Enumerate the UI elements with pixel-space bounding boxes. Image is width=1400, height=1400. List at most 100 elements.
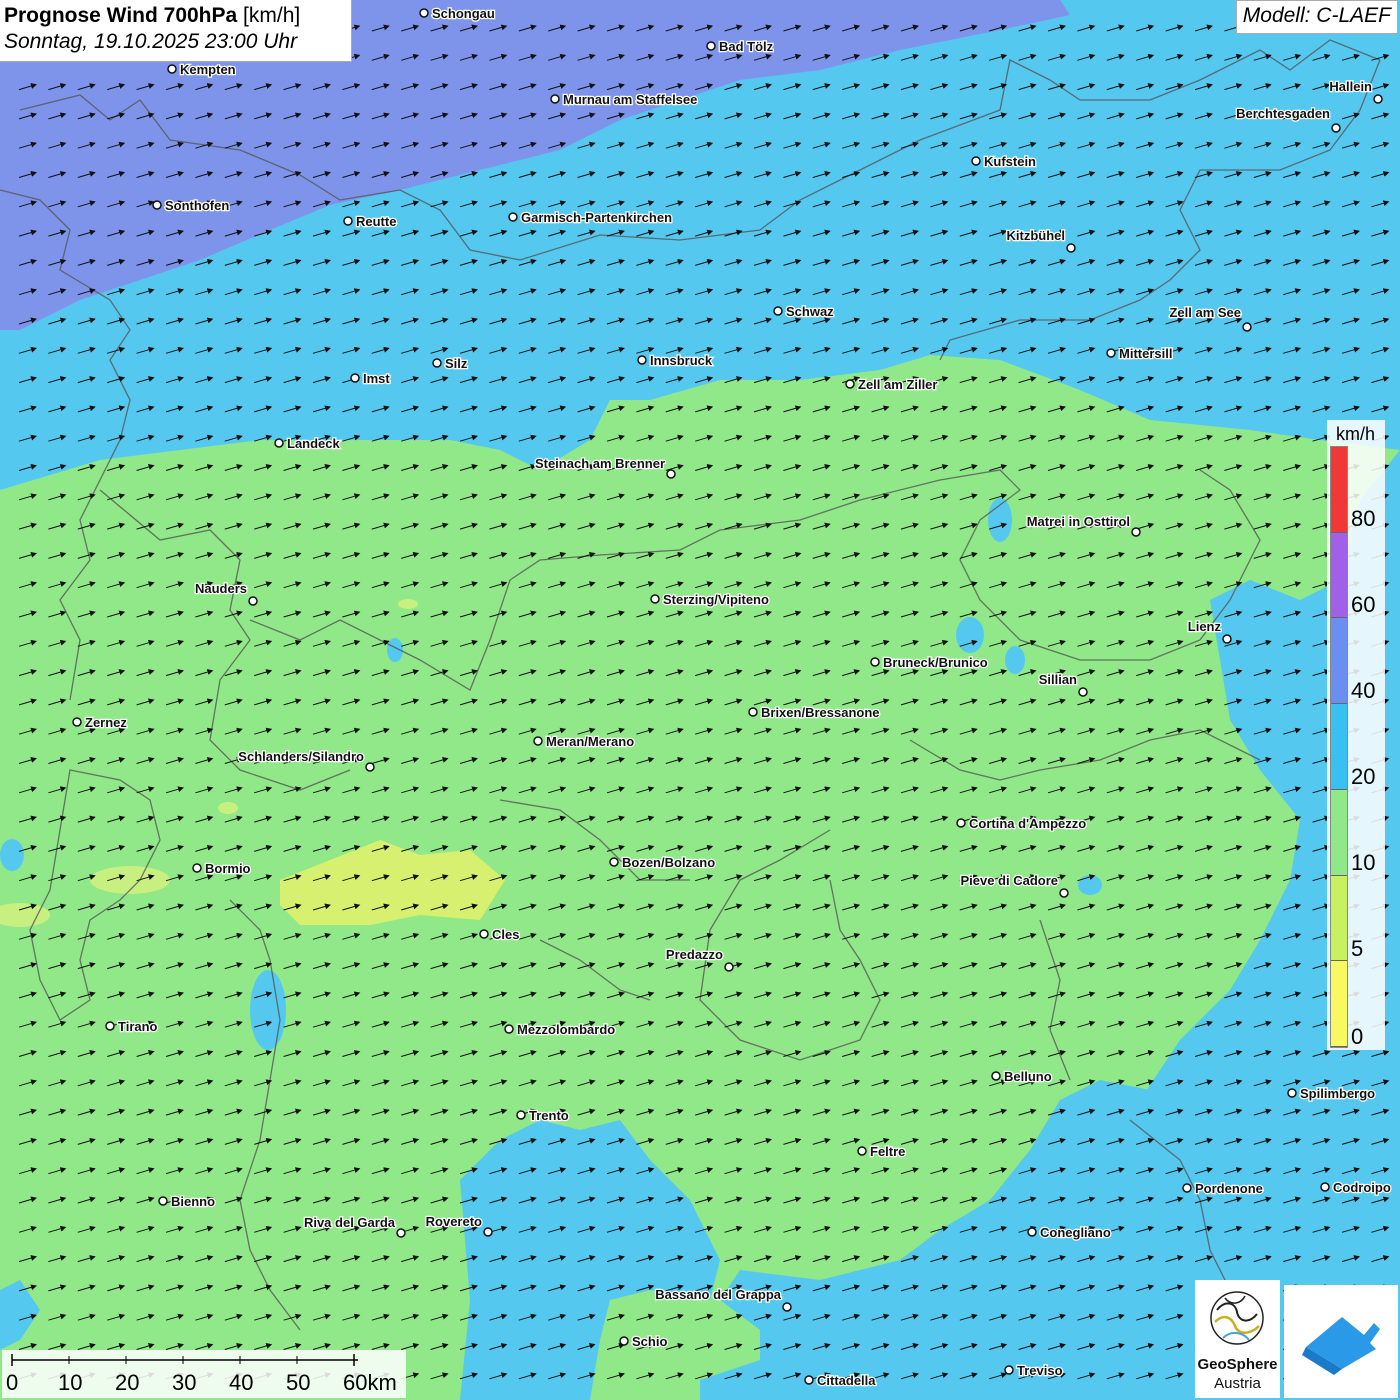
city-name: Lienz — [1188, 619, 1222, 634]
legend-label: 60 — [1351, 592, 1376, 617]
city-dot — [1242, 322, 1252, 332]
city-name: Bassano del Grappa — [655, 1287, 781, 1302]
city-marker[interactable]: Conegliano — [1027, 1224, 1112, 1241]
city-dot — [508, 212, 518, 222]
app-logo[interactable] — [1284, 1285, 1398, 1398]
legend-label: 5 — [1351, 936, 1364, 961]
city-marker[interactable]: Brixen/Bressanone — [748, 704, 881, 721]
city-dot — [158, 1196, 168, 1206]
city-dot — [350, 373, 360, 383]
city-name: Imst — [363, 371, 390, 386]
city-dot — [504, 1024, 514, 1034]
city-name: Brixen/Bressanone — [761, 705, 880, 720]
legend-label: 10 — [1351, 850, 1376, 875]
zone-blob — [0, 839, 24, 871]
geosphere-emblem-icon — [1210, 1291, 1264, 1345]
city-marker[interactable]: Pordenone — [1182, 1180, 1264, 1197]
wind-map[interactable]: Schongau Bad Tölz Kempten Murnau am Staffel… — [0, 0, 1400, 1400]
legend-label: 20 — [1351, 764, 1376, 789]
city-dot — [343, 216, 353, 226]
city-marker[interactable]: Sonthofen — [152, 197, 231, 214]
city-name: Conegliano — [1040, 1225, 1111, 1240]
model-label: Modell: C-LAEF — [1235, 0, 1398, 34]
city-marker[interactable]: Zell am Ziller — [845, 376, 939, 393]
city-name: Bienno — [171, 1194, 215, 1209]
city-name: Mittersill — [1119, 346, 1172, 361]
legend-color-bar — [1330, 446, 1348, 1048]
title-box: Prognose Wind 700hPa [km/h] Sonntag, 19.… — [0, 0, 352, 62]
city-name: Bruneck/Brunico — [883, 655, 988, 670]
city-dot — [432, 358, 442, 368]
city-dot — [870, 657, 880, 667]
city-marker[interactable]: Garmisch-Partenkirchen — [508, 209, 673, 226]
city-marker[interactable]: Innsbruck — [637, 352, 714, 369]
city-dot — [804, 1375, 814, 1385]
city-dot — [1027, 1227, 1037, 1237]
city-dot — [248, 596, 258, 606]
legend-segment — [1331, 875, 1347, 962]
city-name: Garmisch-Partenkirchen — [521, 210, 672, 225]
title-unit: [km/h] — [243, 4, 301, 27]
city-dot — [152, 200, 162, 210]
city-name: Kufstein — [984, 154, 1036, 169]
city-name: Kitzbühel — [1007, 228, 1066, 243]
city-dot — [1331, 123, 1341, 133]
city-name: Innsbruck — [650, 353, 713, 368]
warning-app-icon — [1302, 1317, 1380, 1375]
city-marker[interactable]: Schongau — [419, 5, 496, 22]
city-name: Rovereto — [426, 1214, 482, 1229]
city-name: Feltre — [870, 1144, 905, 1159]
city-dot — [1373, 94, 1383, 104]
city-dot — [609, 857, 619, 867]
city-name: Schlanders/Silandro — [238, 749, 364, 764]
city-name: Cortina d'Ampezzo — [969, 816, 1086, 831]
city-dot — [192, 863, 202, 873]
legend-label: 80 — [1351, 506, 1376, 531]
city-marker[interactable]: Bruneck/Brunico — [870, 654, 989, 671]
city-marker[interactable]: Mezzolombardo — [504, 1021, 617, 1038]
city-dot — [845, 379, 855, 389]
city-name: Sterzing/Vipiteno — [663, 592, 769, 607]
city-name: Schwaz — [786, 304, 834, 319]
city-marker[interactable]: Murnau am Staffelsee — [550, 91, 699, 108]
city-dot — [1182, 1183, 1192, 1193]
legend-label: 0 — [1351, 1024, 1364, 1049]
city-name: Matrei in Osttirol — [1027, 514, 1130, 529]
scale-label: 60km — [343, 1370, 397, 1395]
city-dot — [971, 156, 981, 166]
zone-blob — [1005, 646, 1025, 674]
scale-label: 0 — [6, 1370, 19, 1395]
city-dot — [396, 1228, 406, 1238]
city-dot — [1320, 1182, 1330, 1192]
city-dot — [991, 1071, 1001, 1081]
city-name: Sonthofen — [165, 198, 229, 213]
city-marker[interactable]: Sterzing/Vipiteno — [650, 591, 770, 608]
city-name: Bozen/Bolzano — [622, 855, 715, 870]
color-legend: km/h 80 60 40 20 10 5 0 — [1327, 420, 1385, 1050]
city-dot — [637, 355, 647, 365]
city-marker[interactable]: Meran/Merano — [533, 733, 635, 750]
city-name: Schongau — [432, 6, 495, 21]
city-name: Zernez — [85, 715, 127, 730]
legend-segment — [1331, 618, 1347, 705]
city-name: Zell am Ziller — [858, 377, 937, 392]
city-marker[interactable]: Spilimbergo — [1287, 1085, 1376, 1102]
city-dot — [748, 707, 758, 717]
city-dot — [105, 1021, 115, 1031]
city-marker[interactable]: Cortina d'Ampezzo — [956, 815, 1088, 832]
logo-line2: Austria — [1214, 1375, 1261, 1392]
city-dot — [1059, 888, 1069, 898]
city-name: Meran/Merano — [546, 734, 634, 749]
city-marker[interactable]: Bozen/Bolzano — [609, 854, 716, 871]
city-name: Landeck — [287, 436, 341, 451]
city-name: Spilimbergo — [1300, 1086, 1375, 1101]
city-dot — [1004, 1365, 1014, 1375]
city-dot — [1222, 634, 1232, 644]
city-dot — [419, 8, 429, 18]
zone-blob — [250, 970, 286, 1050]
city-name: Trento — [529, 1108, 569, 1123]
legend-segment — [1331, 532, 1347, 619]
city-name: Cittadella — [817, 1373, 876, 1388]
city-dot — [550, 94, 560, 104]
geosphere-logo[interactable]: GeoSphere Austria — [1195, 1280, 1280, 1398]
